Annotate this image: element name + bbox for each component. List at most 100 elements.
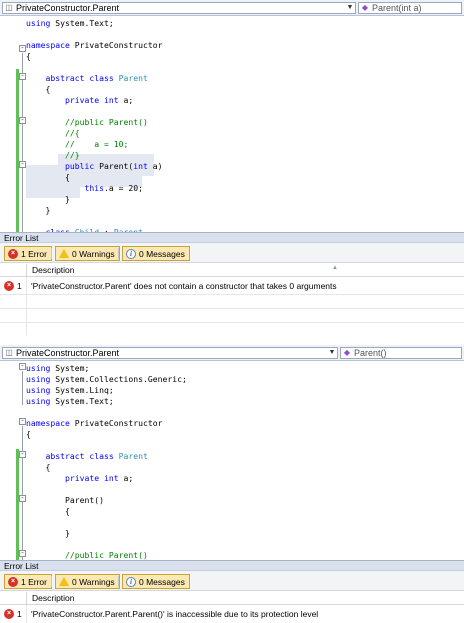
description-column-header[interactable]: Description	[26, 592, 326, 605]
error-row[interactable]: × 1 'PrivateConstructor.Parent.Parent()'…	[0, 607, 464, 621]
messages-filter-label: 0 Messages	[139, 248, 185, 259]
error-row[interactable]: × 1 'PrivateConstructor.Parent' does not…	[0, 279, 464, 293]
code-editor[interactable]: - - - - using System.Text; namespace Priv…	[0, 16, 464, 232]
type-dropdown-value: PrivateConstructor.Parent	[16, 3, 120, 13]
code-token: // a = 10;	[64, 139, 129, 149]
error-list-panel: Error List × 1 Error 0 Warnings i 0 Mess…	[0, 232, 464, 335]
code-line: //}	[0, 150, 464, 161]
warnings-filter-label: 0 Warnings	[72, 576, 115, 587]
code-token: System.Collections.Generic;	[50, 374, 187, 384]
errors-filter-button[interactable]: × 1 Error	[4, 574, 52, 589]
type-dropdown[interactable]: ◫ PrivateConstructor.Parent ▼	[2, 2, 356, 14]
code-token: PrivateConstructor	[69, 418, 163, 428]
code-line: {	[0, 84, 464, 95]
code-line: }	[0, 205, 464, 216]
code-token: //}	[64, 150, 80, 160]
code-token: {	[26, 51, 31, 61]
error-description: 'PrivateConstructor.Parent' does not con…	[31, 281, 337, 291]
code-token: abstract class	[45, 73, 114, 83]
code-line: //{	[0, 128, 464, 139]
code-line: {	[0, 506, 464, 517]
warnings-filter-button[interactable]: 0 Warnings	[55, 574, 120, 589]
code-token: }	[26, 194, 70, 204]
code-line: abstract class Parent	[0, 451, 464, 462]
code-token: using	[26, 363, 51, 373]
code-token: {	[26, 429, 31, 439]
error-description: 'PrivateConstructor.Parent.Parent()' is …	[31, 609, 319, 619]
errors-filter-button[interactable]: × 1 Error	[4, 246, 52, 261]
code-line: {	[0, 51, 464, 62]
error-number: 1	[17, 281, 22, 291]
messages-filter-label: 0 Messages	[139, 576, 185, 587]
code-token: {	[26, 462, 51, 472]
grid-line	[26, 605, 27, 623]
error-list-toolbar: × 1 Error 0 Warnings i 0 Messages	[0, 571, 464, 591]
grid-line	[0, 322, 464, 323]
info-icon: i	[126, 248, 136, 259]
chevron-down-icon[interactable]: ▼	[345, 3, 355, 13]
code-token: using	[26, 385, 51, 395]
member-dropdown-value: Parent()	[354, 348, 387, 358]
chevron-down-icon[interactable]: ▼	[327, 348, 337, 358]
warning-icon	[59, 577, 69, 587]
code-token: .a = 20;	[103, 183, 143, 193]
code-line: public Parent(int a)	[0, 161, 464, 172]
warnings-filter-button[interactable]: 0 Warnings	[55, 246, 120, 261]
error-list-header: Description	[0, 592, 464, 605]
code-token: //public Parent()	[64, 117, 148, 127]
description-column-header[interactable]: Description	[26, 264, 326, 277]
code-token: {	[26, 506, 70, 516]
code-token: using	[26, 18, 51, 28]
method-icon: ◆	[361, 3, 369, 12]
code-token: this	[84, 183, 104, 193]
code-token: a)	[147, 161, 163, 171]
code-token: namespace	[26, 40, 70, 50]
code-editor[interactable]: - - - - - using System; using System.Coll…	[0, 361, 464, 560]
code-token: //{	[64, 128, 80, 138]
code-line: }	[0, 528, 464, 539]
grid-line	[26, 277, 27, 335]
error-list-toolbar: × 1 Error 0 Warnings i 0 Messages	[0, 243, 464, 263]
error-list-header: Description ▲	[0, 264, 464, 277]
code-token: Parent(	[94, 161, 134, 171]
error-list-panel: Error List × 1 Error 0 Warnings i 0 Mess…	[0, 560, 464, 623]
toolbar-separator	[118, 576, 119, 587]
code-line: private int a;	[0, 473, 464, 484]
grid-line	[0, 308, 464, 309]
info-icon: i	[126, 576, 136, 587]
code-token: public	[64, 161, 95, 171]
code-line: using System;	[0, 363, 464, 374]
member-dropdown[interactable]: ◆ Parent(int a)	[358, 2, 462, 14]
member-dropdown[interactable]: ◆ Parent()	[340, 347, 462, 359]
code-token: Parent()	[26, 495, 104, 505]
code-token: Parent	[118, 73, 148, 83]
code-line: this.a = 20;	[0, 183, 464, 194]
code-token: System;	[50, 363, 90, 373]
method-icon: ◆	[343, 348, 351, 357]
messages-filter-button[interactable]: i 0 Messages	[122, 574, 190, 589]
code-token: }	[26, 205, 51, 215]
class-icon: ◫	[5, 348, 13, 357]
error-list-title: Error List	[0, 560, 464, 571]
messages-filter-button[interactable]: i 0 Messages	[122, 246, 190, 261]
member-dropdown-value: Parent(int a)	[372, 3, 422, 13]
code-line: Parent()	[0, 495, 464, 506]
code-token: int	[133, 161, 148, 171]
warning-icon	[59, 249, 69, 259]
code-token: private int	[64, 95, 119, 105]
error-icon: ×	[8, 248, 18, 259]
type-dropdown[interactable]: ◫ PrivateConstructor.Parent ▼	[2, 347, 338, 359]
